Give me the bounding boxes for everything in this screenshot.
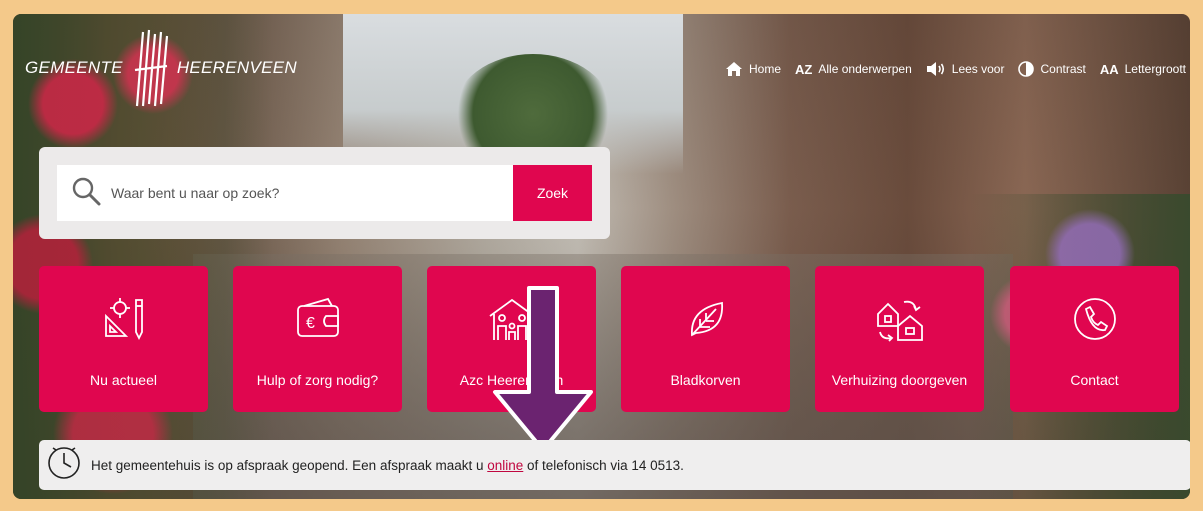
- notice-text: Het gemeentehuis is op afspraak geopend.…: [91, 458, 684, 473]
- search-button[interactable]: Zoek: [513, 165, 592, 221]
- svg-text:€: €: [306, 315, 315, 332]
- tile-bladkorven[interactable]: Bladkorven: [621, 266, 790, 412]
- nav-contrast-label: Contrast: [1040, 62, 1086, 76]
- nav-home[interactable]: Home: [725, 61, 781, 77]
- tile-nu-actueel[interactable]: Nu actueel: [39, 266, 208, 412]
- site-logo[interactable]: GEMEENTE HEERENVEEN: [25, 28, 297, 108]
- nav-lettergrootte-label: Lettergroott: [1124, 62, 1186, 76]
- nav-lettergrootte[interactable]: AA Lettergroott: [1100, 62, 1186, 77]
- nav-alle-onderwerpen[interactable]: AZ Alle onderwerpen: [795, 62, 912, 77]
- tile-label: Contact: [1070, 372, 1119, 388]
- opening-hours-notice: Het gemeentehuis is op afspraak geopend.…: [39, 440, 1190, 490]
- tile-contact[interactable]: Contact: [1010, 266, 1179, 412]
- top-navigation: Home AZ Alle onderwerpen Lees voor Contr…: [725, 61, 1186, 77]
- tile-hulp-of-zorg[interactable]: € Hulp of zorg nodig?: [233, 266, 402, 412]
- tile-label: Hulp of zorg nodig?: [256, 372, 379, 388]
- logo-mark-icon: [134, 29, 168, 107]
- moving-houses-icon: [874, 296, 926, 342]
- contrast-icon: [1018, 61, 1035, 77]
- a-z-icon: AZ: [795, 61, 813, 77]
- logo-text-left: GEMEENTE: [25, 58, 123, 77]
- wallet-euro-icon: €: [294, 296, 342, 342]
- nav-contrast[interactable]: Contrast: [1018, 61, 1086, 77]
- search-icon: [71, 176, 101, 211]
- nav-lees-voor[interactable]: Lees voor: [926, 61, 1005, 77]
- speaker-icon: [926, 61, 946, 77]
- search-box: [57, 165, 513, 221]
- tile-label: Bladkorven: [670, 372, 741, 388]
- tile-label: Nu actueel: [90, 372, 157, 388]
- search-panel: Zoek: [39, 147, 610, 239]
- home-icon: [725, 61, 743, 77]
- quick-links: Nu actueel € Hulp of zorg nodig? Azc Hee…: [39, 266, 1179, 412]
- clock-icon: [47, 446, 81, 485]
- tools-ruler-icon: [100, 296, 148, 342]
- search-input[interactable]: [111, 185, 501, 201]
- notice-text-after: of telefonisch via 14 0513.: [523, 457, 684, 473]
- nav-home-label: Home: [749, 62, 782, 76]
- tile-verhuizing-doorgeven[interactable]: Verhuizing doorgeven: [815, 266, 984, 412]
- phone-icon: [1072, 296, 1118, 342]
- online-appointment-link[interactable]: online: [487, 458, 523, 473]
- hero-banner: GEMEENTE HEERENVEEN Home AZ Alle onderwe…: [13, 14, 1190, 499]
- nav-lees-voor-label: Lees voor: [951, 62, 1005, 76]
- font-size-icon: AA: [1099, 61, 1119, 77]
- leaf-icon: [684, 296, 728, 342]
- logo-text-right: HEERENVEEN: [176, 58, 297, 77]
- tile-label: Azc Heerenveen: [459, 372, 564, 388]
- nav-alle-onderwerpen-label: Alle onderwerpen: [818, 62, 912, 76]
- tile-label: Verhuizing doorgeven: [831, 372, 968, 388]
- tile-azc-heerenveen[interactable]: Azc Heerenveen: [427, 266, 596, 412]
- family-house-icon: [486, 296, 538, 342]
- notice-text-before: Het gemeentehuis is op afspraak geopend.…: [91, 457, 488, 473]
